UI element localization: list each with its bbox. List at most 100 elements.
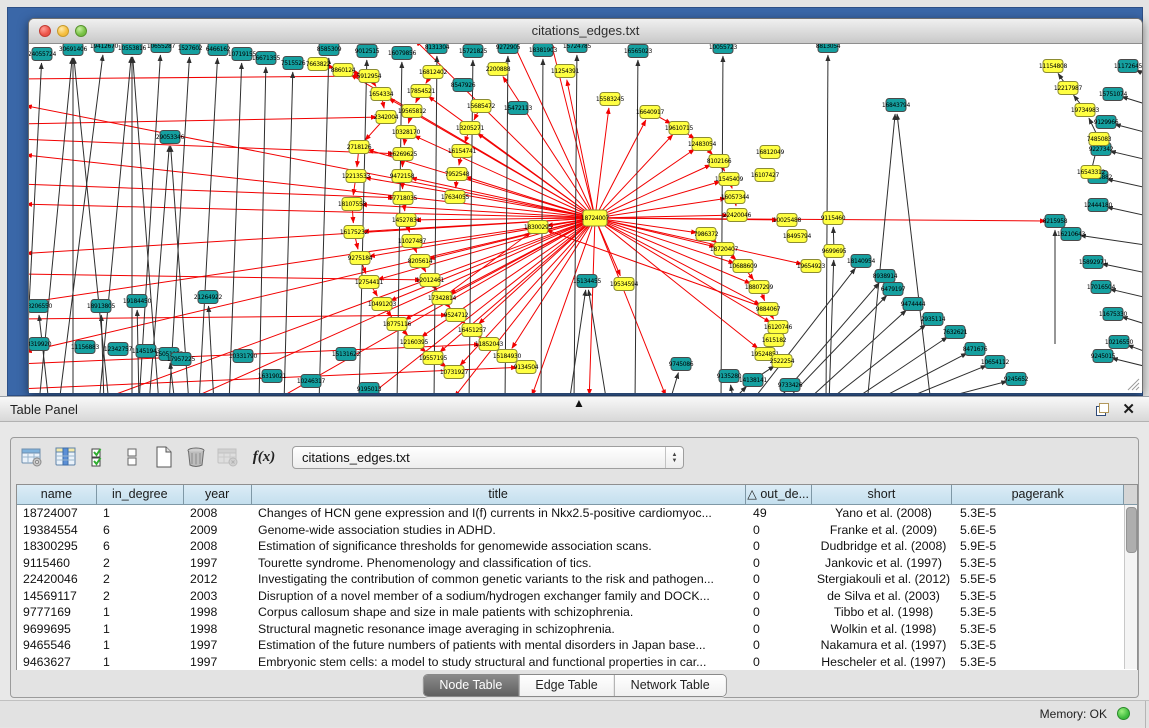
table-row[interactable]: 1872400712008Changes of HCN gene express… <box>17 505 1137 522</box>
table-row[interactable]: 1938455462009Genome-wide association stu… <box>17 522 1137 539</box>
network-node[interactable]: 11156883 <box>71 341 100 354</box>
network-node[interactable]: 8860124 <box>331 64 356 77</box>
network-node[interactable]: 18720407 <box>710 243 739 256</box>
network-node[interactable]: 18495794 <box>783 230 812 243</box>
network-node[interactable]: 19565812 <box>398 105 427 118</box>
network-node[interactable]: 10688609 <box>729 260 758 273</box>
network-node[interactable]: 16175232 <box>340 226 369 239</box>
network-edge[interactable] <box>880 365 987 393</box>
network-canvas[interactable]: 2405572430691406194126701055381610655287… <box>29 44 1142 393</box>
network-node[interactable]: 12483054 <box>688 138 717 151</box>
network-edge[interactable] <box>199 58 218 393</box>
network-node[interactable]: 2522254 <box>770 355 795 368</box>
table-scrollbar[interactable] <box>1124 505 1137 669</box>
network-node[interactable]: 18107553 <box>338 198 367 211</box>
network-edge[interactable] <box>567 80 595 218</box>
network-node[interactable]: 15751074 <box>1099 88 1128 101</box>
table-row[interactable]: 946554611997Estimation of the future num… <box>17 637 1137 654</box>
network-node[interactable]: 7952548 <box>445 168 470 181</box>
table-row[interactable]: 1830029562008Estimation of significance … <box>17 538 1137 555</box>
network-node[interactable]: 13205271 <box>456 122 485 135</box>
network-node[interactable]: 10055723 <box>709 44 738 54</box>
network-node[interactable]: 18381903 <box>529 44 558 57</box>
network-node[interactable]: 12342757 <box>104 343 133 356</box>
network-edge[interactable] <box>589 218 595 393</box>
network-edge[interactable] <box>595 218 666 393</box>
network-node[interactable]: 9699695 <box>822 245 847 258</box>
table-settings-button[interactable] <box>19 444 45 470</box>
network-edge[interactable] <box>1122 97 1142 106</box>
table-selector-dropdown[interactable]: citations_edges.txt ▲▼ <box>292 446 684 469</box>
network-node[interactable]: 10491203 <box>368 298 397 311</box>
network-node[interactable]: 9272905 <box>496 44 521 54</box>
network-edge[interactable] <box>840 337 948 393</box>
network-edge[interactable] <box>29 315 447 319</box>
network-node[interactable]: 2718126 <box>347 141 372 154</box>
network-node[interactable]: 24055724 <box>29 48 57 61</box>
network-node[interactable]: 16269625 <box>389 148 418 161</box>
network-edge[interactable] <box>1112 358 1142 368</box>
network-node[interactable]: 10216550 <box>1105 336 1134 349</box>
network-node[interactable]: 15721825 <box>459 45 488 58</box>
network-node[interactable]: 16543312 <box>1077 166 1106 179</box>
network-node[interactable]: 16812049 <box>756 146 785 159</box>
network-edge[interactable] <box>284 72 293 393</box>
network-node[interactable]: 9275184 <box>348 252 373 265</box>
table-row[interactable]: 2242004622012Investigating the contribut… <box>17 571 1137 588</box>
network-edge[interactable] <box>277 218 595 393</box>
network-edge[interactable] <box>169 57 189 393</box>
network-node[interactable]: 6479197 <box>881 283 906 296</box>
network-node[interactable]: 9012515 <box>355 45 380 58</box>
network-node[interactable]: 12213533 <box>342 170 371 183</box>
network-node[interactable]: 8215958 <box>1043 215 1068 228</box>
network-node[interactable]: 10331790 <box>229 350 258 363</box>
network-node[interactable]: 1527602 <box>178 44 203 55</box>
new-document-button[interactable] <box>151 444 177 470</box>
network-edge[interactable] <box>595 135 673 218</box>
table-row[interactable]: 911546021997Tourette syndrome. Phenomeno… <box>17 555 1137 572</box>
network-edge[interactable] <box>867 114 895 393</box>
network-node[interactable]: 18724007 <box>581 210 610 226</box>
network-node[interactable]: 18300295 <box>524 221 553 234</box>
network-node[interactable]: 7632621 <box>943 326 968 339</box>
network-node[interactable]: 11852043 <box>475 338 504 351</box>
network-node[interactable]: 9745086 <box>669 358 694 371</box>
network-node[interactable]: 16812402 <box>419 66 448 79</box>
network-node[interactable]: 18775116 <box>383 318 412 331</box>
network-node[interactable]: 14138141 <box>739 374 768 387</box>
network-node[interactable]: 15134455 <box>573 275 602 288</box>
network-node[interactable]: 29053346 <box>156 131 185 144</box>
network-node[interactable]: 17957225 <box>167 353 196 366</box>
network-edge[interactable] <box>29 204 595 218</box>
network-node[interactable]: 8938914 <box>873 270 898 283</box>
network-edge[interactable] <box>1110 151 1142 161</box>
network-node[interactable]: 1654334 <box>369 88 394 101</box>
table-row[interactable]: 969969511998Structural magnetic resonanc… <box>17 621 1137 638</box>
network-edge[interactable] <box>595 198 726 218</box>
network-edge[interactable] <box>860 353 967 393</box>
scrollbar-thumb[interactable] <box>1126 507 1137 553</box>
network-edge[interactable] <box>595 215 728 218</box>
network-node[interactable]: 11545409 <box>715 173 744 186</box>
network-node[interactable]: 8471676 <box>963 343 988 356</box>
network-node[interactable]: 9245015 <box>1091 350 1116 363</box>
network-edge[interactable] <box>139 55 160 393</box>
network-edge[interactable] <box>29 218 595 303</box>
memory-ok-icon[interactable] <box>1117 707 1130 720</box>
network-window[interactable]: citations_edges.txt 24055724306914061941… <box>28 18 1143 393</box>
network-node[interactable]: 16565023 <box>624 45 653 58</box>
resize-grip-icon[interactable] <box>1126 377 1140 391</box>
network-node[interactable]: 9129966 <box>1094 116 1119 129</box>
network-edge[interactable] <box>29 76 360 79</box>
network-node[interactable]: 11154808 <box>1039 60 1068 73</box>
trash-button[interactable] <box>183 444 209 470</box>
network-node[interactable]: 17634055 <box>441 191 470 204</box>
network-edge[interactable] <box>229 63 242 393</box>
network-node[interactable]: 9134504 <box>514 361 539 374</box>
network-node[interactable]: 7986372 <box>694 228 719 241</box>
network-node[interactable]: 15724785 <box>563 44 592 53</box>
function-builder-button[interactable]: f(x) <box>251 444 277 470</box>
network-edge[interactable] <box>569 290 586 393</box>
network-node[interactable]: 12012461 <box>416 274 445 287</box>
network-edge[interactable] <box>29 184 394 198</box>
